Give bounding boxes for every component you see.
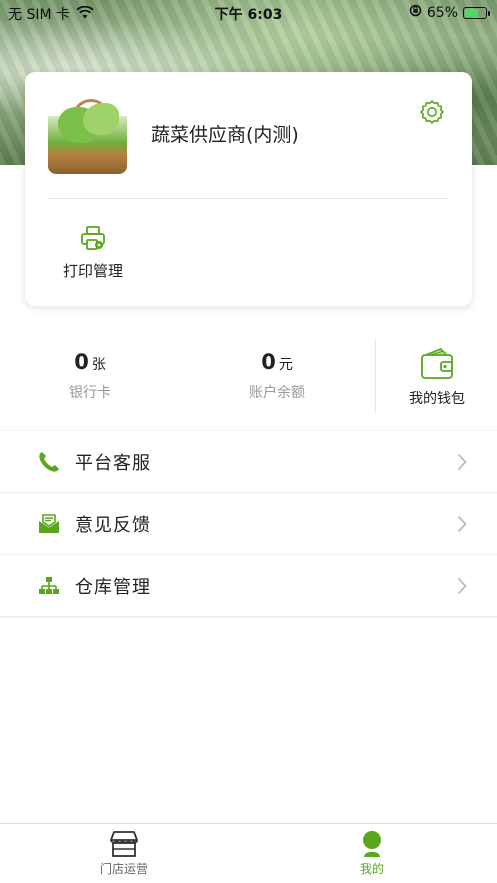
menu-label-warehouse: 仓库管理 [75, 576, 151, 598]
profile-card: 蔬菜供应商(内测) 打印管理 [25, 72, 472, 306]
my-wallet-label: 我的钱包 [409, 391, 465, 407]
balance-amount: 0 [261, 350, 276, 374]
content-empty-area [0, 618, 497, 823]
print-management-button[interactable]: 打印管理 [60, 224, 126, 281]
bottom-tab-bar: 门店运营 我的 [0, 823, 497, 883]
warehouse-tree-icon [37, 574, 61, 598]
settings-menu: 平台客服 意见反馈 仓库管理 [0, 431, 497, 617]
status-bar: 无 SIM 卡 下午 6:03 65% [0, 0, 497, 26]
card-divider [48, 198, 449, 199]
bank-card-count: 0 [74, 350, 89, 374]
balance-unit: 元 [278, 357, 293, 373]
battery-percent: 65% [426, 4, 458, 21]
orientation-lock-icon [409, 4, 422, 21]
chevron-right-icon [457, 577, 467, 595]
tab-label-store-operations: 门店运营 [99, 862, 148, 876]
tab-store-operations[interactable]: 门店运营 [79, 830, 169, 877]
feedback-mail-icon [37, 512, 61, 536]
bank-card-unit: 张 [91, 357, 106, 373]
bank-card-label: 银行卡 [69, 385, 111, 401]
menu-item-warehouse[interactable]: 仓库管理 [0, 555, 497, 617]
my-wallet-button[interactable]: 我的钱包 [400, 346, 474, 408]
bank-card-stat[interactable]: 0张 银行卡 [20, 350, 160, 402]
menu-item-feedback[interactable]: 意见反馈 [0, 493, 497, 555]
account-stats: 0张 银行卡 0元 账户余额 我的钱包 [0, 328, 497, 424]
wallet-icon [400, 346, 474, 382]
menu-label-feedback: 意见反馈 [75, 514, 151, 536]
tab-label-mine: 我的 [359, 862, 384, 876]
menu-label-customer-service: 平台客服 [75, 452, 151, 474]
balance-stat[interactable]: 0元 账户余额 [207, 350, 347, 402]
chevron-right-icon [457, 515, 467, 533]
tab-mine[interactable]: 我的 [327, 830, 417, 877]
user-icon [327, 830, 417, 858]
menu-item-customer-service[interactable]: 平台客服 [0, 431, 497, 493]
storefront-icon [79, 830, 169, 858]
chevron-right-icon [457, 453, 467, 471]
store-avatar[interactable] [48, 97, 127, 174]
status-right: 65% [409, 4, 490, 21]
stats-divider [375, 340, 376, 412]
printer-icon [60, 224, 126, 252]
store-name: 蔬菜供应商(内测) [151, 124, 299, 146]
balance-label: 账户余额 [249, 385, 305, 401]
print-management-label: 打印管理 [62, 262, 123, 280]
settings-gear-icon[interactable] [419, 99, 445, 125]
battery-icon [463, 6, 490, 19]
phone-icon [37, 450, 61, 474]
